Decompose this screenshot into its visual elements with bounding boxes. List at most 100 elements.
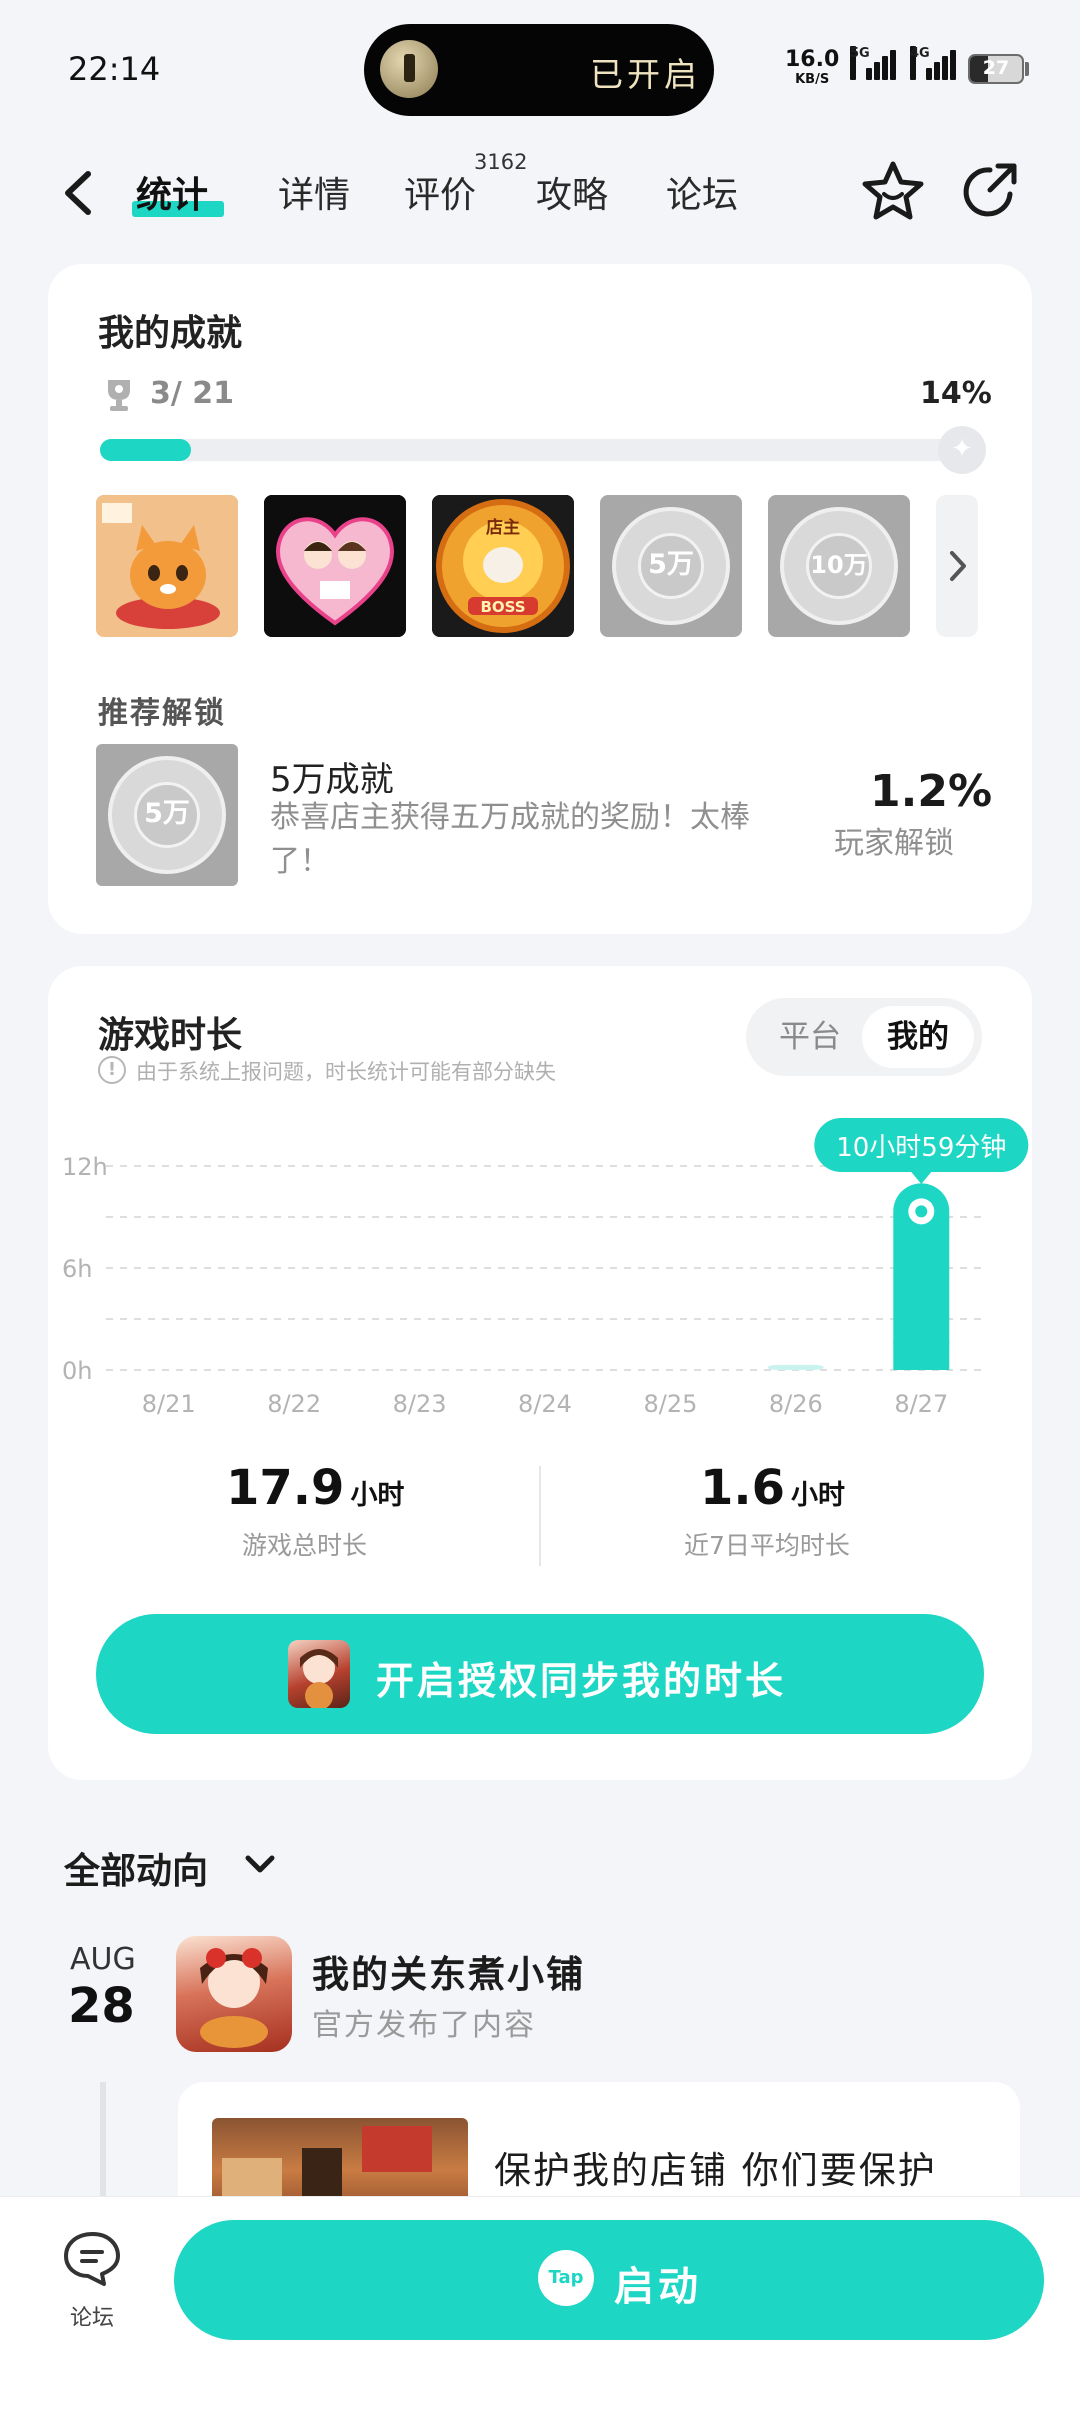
game-avatar-icon bbox=[288, 1640, 350, 1708]
more-badges-button[interactable] bbox=[936, 495, 978, 637]
trophy-icon bbox=[108, 380, 130, 411]
total-playtime: 17.9 小时 bbox=[226, 1460, 404, 1516]
launch-button[interactable] bbox=[174, 2220, 1044, 2340]
total-playtime-label: 游戏总时长 bbox=[242, 1531, 368, 1560]
badge-coin-5wan-locked[interactable]: 5万 bbox=[600, 495, 742, 637]
stat-divider bbox=[539, 1466, 541, 1566]
review-count-badge: 3162 bbox=[474, 150, 528, 174]
total-playtime-unit: 小时 bbox=[350, 1480, 405, 1511]
recommended-badge-image[interactable]: 5万 bbox=[96, 744, 238, 886]
achievement-progress-fill bbox=[100, 439, 192, 461]
source-segmented-control: 平台 我的 bbox=[746, 998, 982, 1076]
tab-forum[interactable]: 论坛 bbox=[666, 166, 738, 218]
warning-icon: ! bbox=[98, 1056, 126, 1084]
x-tick-label: 8/25 bbox=[643, 1390, 697, 1418]
tap-logo-icon: Tap bbox=[538, 2250, 594, 2306]
forum-chat-icon[interactable] bbox=[60, 2228, 126, 2290]
timeline-line bbox=[100, 2082, 106, 2212]
feed-date-day: 28 bbox=[68, 1978, 135, 2034]
coin-outer: 10万 bbox=[780, 507, 898, 625]
avg-playtime-value: 1.6 bbox=[700, 1460, 786, 1516]
avg-playtime: 1.6 小时 bbox=[700, 1460, 845, 1516]
badge-cat[interactable] bbox=[96, 495, 238, 637]
achievement-percent: 14% bbox=[920, 376, 992, 411]
flashlight-status: 已开启 bbox=[590, 55, 701, 94]
chevron-right-icon bbox=[950, 551, 966, 581]
tooltip-text: 10小时59分钟 bbox=[836, 1133, 1006, 1163]
y-tick-label: 6h bbox=[62, 1255, 92, 1283]
chevron-down-icon[interactable] bbox=[242, 1850, 278, 1880]
x-tick-label: 8/21 bbox=[142, 1390, 196, 1418]
net-speed: 16.0 KB/S bbox=[785, 47, 840, 90]
playtime-chart: 0h 6h 12h 8/21 8/22 8/23 8/24 8/25 8/26 8/27 10小时5… bbox=[62, 1118, 1029, 1418]
game-icon[interactable] bbox=[176, 1936, 292, 2052]
progress-end-star-icon bbox=[938, 426, 986, 474]
recommended-unlock-label: 玩家解锁 bbox=[834, 826, 954, 861]
feed-game-name[interactable]: 我的关东煮小铺 bbox=[312, 1944, 585, 1998]
net-speed-unit: KB/S bbox=[795, 72, 830, 87]
badge-coin-10wan-locked[interactable]: 10万 bbox=[768, 495, 910, 637]
achievement-count: 3/ 21 bbox=[150, 376, 235, 411]
bar bbox=[767, 1364, 824, 1370]
achievements-title: 我的成就 bbox=[98, 313, 243, 354]
feed-filter[interactable]: 全部动向 bbox=[64, 1842, 208, 1894]
cat-badge-art bbox=[96, 495, 238, 637]
y-tick-label: 0h bbox=[62, 1357, 92, 1385]
x-tick-label: 8/26 bbox=[769, 1390, 823, 1418]
share-icon[interactable] bbox=[958, 158, 1024, 224]
tab-guides[interactable]: 攻略 bbox=[536, 166, 608, 218]
badge-boss[interactable]: 店主 BOSS bbox=[432, 495, 574, 637]
status-time: 22:14 bbox=[68, 50, 161, 88]
boss-badge-top-text: 店主 bbox=[486, 518, 520, 538]
battery-cap bbox=[1025, 62, 1029, 76]
recommended-title: 推荐解锁 bbox=[98, 696, 226, 731]
bar-marker-inner bbox=[915, 1205, 928, 1218]
flashlight-icon[interactable] bbox=[380, 40, 438, 98]
recommended-description: 恭喜店主获得五万成就的奖励！太棒了！ bbox=[270, 800, 750, 879]
x-tick-label: 8/24 bbox=[518, 1390, 572, 1418]
back-arrow-icon[interactable] bbox=[58, 168, 98, 218]
rec-coin-text: 5万 bbox=[134, 782, 200, 848]
achievement-progress-bar bbox=[100, 439, 980, 461]
recommended-unlock-percent: 1.2% bbox=[870, 766, 993, 817]
tooltip-pointer bbox=[911, 1172, 932, 1184]
boss-badge-text: BOSS bbox=[480, 598, 526, 616]
segment-platform[interactable]: 平台 bbox=[754, 1006, 866, 1068]
battery-level: 27 bbox=[982, 57, 1010, 79]
net-speed-value: 16.0 bbox=[785, 47, 840, 72]
recommended-name: 5万成就 bbox=[270, 760, 394, 800]
signal-4g-label: 4G bbox=[910, 46, 930, 80]
post-title[interactable]: 保护我的店铺 你们要保护 bbox=[494, 2140, 937, 2194]
playtime-title: 游戏时长 bbox=[98, 1015, 243, 1056]
badge-heart-couple[interactable] bbox=[264, 495, 406, 637]
coin-5wan-text: 5万 bbox=[638, 533, 704, 599]
coin-outer: 5万 bbox=[108, 756, 226, 874]
x-tick-label: 8/27 bbox=[894, 1390, 948, 1418]
x-tick-label: 8/23 bbox=[393, 1390, 447, 1418]
x-tick-label: 8/22 bbox=[267, 1390, 321, 1418]
sync-playtime-label: 开启授权同步我的时长 bbox=[376, 1659, 787, 1703]
bar-base bbox=[893, 1342, 950, 1370]
tab-stats[interactable]: 统计 bbox=[136, 166, 208, 218]
signal-5g-icon: 5G bbox=[850, 46, 896, 80]
segment-mine[interactable]: 我的 bbox=[862, 1006, 974, 1068]
signal-5g-label: 5G bbox=[850, 46, 870, 80]
coin-10wan-text: 10万 bbox=[806, 533, 872, 599]
forum-label[interactable]: 论坛 bbox=[70, 2300, 114, 2332]
heart-badge-art bbox=[264, 495, 406, 637]
feed-game-subtitle: 官方发布了内容 bbox=[312, 2008, 536, 2043]
star-favorite-icon[interactable] bbox=[860, 158, 926, 224]
tab-reviews[interactable]: 评价 bbox=[404, 166, 476, 218]
coin-outer: 5万 bbox=[612, 507, 730, 625]
signal-4g-icon: 4G bbox=[910, 46, 956, 80]
avatar-art bbox=[300, 1649, 338, 1708]
feed-date-month: AUG bbox=[70, 1942, 136, 1977]
y-tick-label: 12h bbox=[62, 1153, 108, 1181]
tab-details[interactable]: 详情 bbox=[278, 166, 350, 218]
playtime-notice: 由于系统上报问题，时长统计可能有部分缺失 bbox=[136, 1060, 556, 1084]
game-icon-art bbox=[200, 1948, 268, 2048]
battery-icon: 27 bbox=[968, 54, 1024, 84]
avg-playtime-label: 近7日平均时长 bbox=[684, 1531, 850, 1560]
avg-playtime-unit: 小时 bbox=[791, 1480, 846, 1511]
total-playtime-value: 17.9 bbox=[226, 1460, 345, 1516]
